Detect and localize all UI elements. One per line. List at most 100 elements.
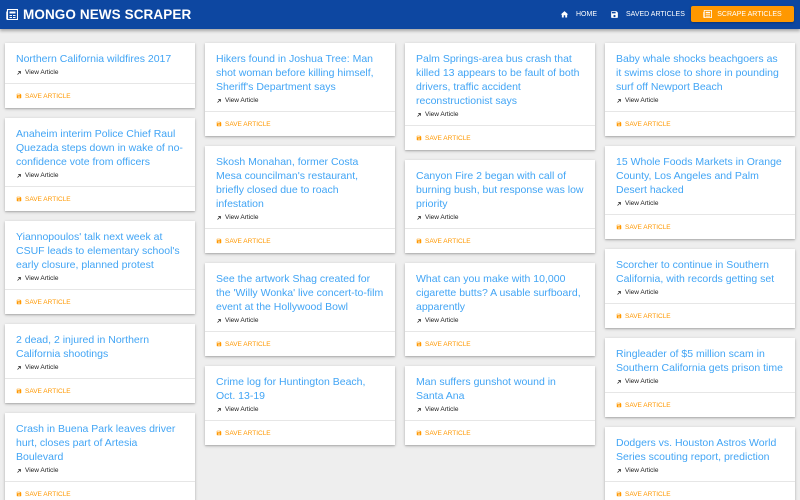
article-card: 2 dead, 2 injured in Northern California…	[5, 324, 195, 403]
article-title[interactable]: Dodgers vs. Houston Astros World Series …	[616, 436, 784, 464]
scrape-articles-label: SCRAPE ARTICLES	[717, 10, 782, 18]
nav-home-link[interactable]: HOME	[560, 0, 597, 29]
arrow-up-right-icon	[17, 173, 21, 178]
view-article-link[interactable]: View Article	[216, 317, 384, 324]
article-title[interactable]: Ringleader of $5 million scam in Souther…	[616, 347, 784, 375]
save-article-label: SAVE ARTICLE	[225, 237, 271, 245]
article-card: See the artwork Shag created for the 'Wi…	[205, 263, 395, 356]
article-card: Hikers found in Joshua Tree: Man shot wo…	[205, 43, 395, 136]
view-article-label: View Article	[425, 214, 459, 221]
article-title[interactable]: See the artwork Shag created for the 'Wi…	[216, 272, 384, 314]
article-title[interactable]: Northern California wildfires 2017	[16, 52, 184, 66]
save-article-button[interactable]: SAVE ARTICLE	[605, 214, 795, 239]
article-card: Man suffers gunshot wound in Santa Ana V…	[405, 366, 595, 445]
save-article-button[interactable]: SAVE ARTICLE	[405, 228, 595, 253]
view-article-link[interactable]: View Article	[216, 214, 384, 221]
view-article-link[interactable]: View Article	[616, 289, 784, 296]
arrow-up-right-icon	[217, 98, 221, 103]
article-title[interactable]: Canyon Fire 2 began with call of burning…	[416, 169, 584, 211]
save-icon	[616, 491, 622, 497]
article-card-content: Crash in Buena Park leaves driver hurt, …	[5, 413, 195, 481]
article-title[interactable]: Skosh Monahan, former Costa Mesa council…	[216, 155, 384, 211]
article-title[interactable]: Baby whale shocks beachgoers as it swims…	[616, 52, 784, 94]
save-icon	[16, 196, 22, 202]
view-article-link[interactable]: View Article	[616, 378, 784, 385]
view-article-link[interactable]: View Article	[416, 406, 584, 413]
article-card-content: Northern California wildfires 2017 View …	[5, 43, 195, 83]
view-article-link[interactable]: View Article	[616, 97, 784, 104]
arrow-up-right-icon	[417, 215, 421, 220]
save-article-button[interactable]: SAVE ARTICLE	[605, 111, 795, 136]
save-icon	[416, 430, 422, 436]
save-article-button[interactable]: SAVE ARTICLE	[205, 331, 395, 356]
view-article-link[interactable]: View Article	[616, 467, 784, 474]
article-column-2: Hikers found in Joshua Tree: Man shot wo…	[205, 43, 395, 455]
article-title[interactable]: Man suffers gunshot wound in Santa Ana	[416, 375, 584, 403]
view-article-link[interactable]: View Article	[16, 172, 184, 179]
view-article-label: View Article	[425, 111, 459, 118]
save-article-button[interactable]: SAVE ARTICLE	[5, 481, 195, 500]
view-article-label: View Article	[25, 69, 59, 76]
view-article-link[interactable]: View Article	[16, 275, 184, 282]
article-title[interactable]: Crime log for Huntington Beach, Oct. 13-…	[216, 375, 384, 403]
view-article-link[interactable]: View Article	[216, 406, 384, 413]
save-article-button[interactable]: SAVE ARTICLE	[205, 420, 395, 445]
article-title[interactable]: Anaheim interim Police Chief Raul Quezad…	[16, 127, 184, 169]
save-icon	[16, 491, 22, 497]
save-article-button[interactable]: SAVE ARTICLE	[5, 378, 195, 403]
save-article-label: SAVE ARTICLE	[25, 490, 71, 498]
save-icon	[16, 299, 22, 305]
article-card: Northern California wildfires 2017 View …	[5, 43, 195, 108]
save-icon	[16, 93, 22, 99]
view-article-link[interactable]: View Article	[616, 200, 784, 207]
arrow-up-right-icon	[17, 70, 21, 75]
view-article-link[interactable]: View Article	[16, 69, 184, 76]
nav-saved-articles-link[interactable]: SAVED ARTICLES	[610, 0, 685, 29]
save-article-label: SAVE ARTICLE	[425, 429, 471, 437]
save-article-button[interactable]: SAVE ARTICLE	[405, 331, 595, 356]
article-title[interactable]: Scorcher to continue in Southern Califor…	[616, 258, 784, 286]
article-title[interactable]: What can you make with 10,000 cigarette …	[416, 272, 584, 314]
article-title[interactable]: Hikers found in Joshua Tree: Man shot wo…	[216, 52, 384, 94]
view-article-link[interactable]: View Article	[416, 214, 584, 221]
save-article-button[interactable]: SAVE ARTICLE	[605, 392, 795, 417]
view-article-link[interactable]: View Article	[16, 467, 184, 474]
view-article-label: View Article	[25, 172, 59, 179]
save-article-label: SAVE ARTICLE	[225, 429, 271, 437]
save-article-label: SAVE ARTICLE	[625, 401, 671, 409]
save-article-button[interactable]: SAVE ARTICLE	[205, 228, 395, 253]
article-title[interactable]: 2 dead, 2 injured in Northern California…	[16, 333, 184, 361]
save-article-button[interactable]: SAVE ARTICLE	[605, 481, 795, 500]
view-article-link[interactable]: View Article	[16, 364, 184, 371]
view-article-label: View Article	[25, 467, 59, 474]
view-article-link[interactable]: View Article	[416, 317, 584, 324]
view-article-link[interactable]: View Article	[416, 111, 584, 118]
save-icon	[216, 121, 222, 127]
article-card-content: Anaheim interim Police Chief Raul Quezad…	[5, 118, 195, 186]
scrape-articles-button[interactable]: SCRAPE ARTICLES	[691, 6, 794, 22]
article-title[interactable]: Crash in Buena Park leaves driver hurt, …	[16, 422, 184, 464]
save-icon	[216, 238, 222, 244]
save-article-button[interactable]: SAVE ARTICLE	[405, 420, 595, 445]
save-article-button[interactable]: SAVE ARTICLE	[605, 303, 795, 328]
article-card-content: 15 Whole Foods Markets in Orange County,…	[605, 146, 795, 214]
save-article-button[interactable]: SAVE ARTICLE	[5, 83, 195, 108]
article-title[interactable]: 15 Whole Foods Markets in Orange County,…	[616, 155, 784, 197]
article-title[interactable]: Yiannopoulos' talk next week at CSUF lea…	[16, 230, 184, 272]
newspaper-icon	[6, 9, 18, 20]
arrow-up-right-icon	[417, 407, 421, 412]
save-article-button[interactable]: SAVE ARTICLE	[5, 289, 195, 314]
article-card-content: Hikers found in Joshua Tree: Man shot wo…	[205, 43, 395, 111]
save-icon	[416, 341, 422, 347]
save-article-button[interactable]: SAVE ARTICLE	[405, 125, 595, 150]
save-article-button[interactable]: SAVE ARTICLE	[205, 111, 395, 136]
view-article-link[interactable]: View Article	[216, 97, 384, 104]
save-article-button[interactable]: SAVE ARTICLE	[5, 186, 195, 211]
nav-saved-label: SAVED ARTICLES	[626, 11, 685, 18]
brand-logo[interactable]: MONGO NEWS SCRAPER	[6, 5, 191, 24]
article-card: Baby whale shocks beachgoers as it swims…	[605, 43, 795, 136]
article-card: Crash in Buena Park leaves driver hurt, …	[5, 413, 195, 500]
article-title[interactable]: Palm Springs-area bus crash that killed …	[416, 52, 584, 108]
article-card-content: What can you make with 10,000 cigarette …	[405, 263, 595, 331]
save-article-label: SAVE ARTICLE	[625, 120, 671, 128]
